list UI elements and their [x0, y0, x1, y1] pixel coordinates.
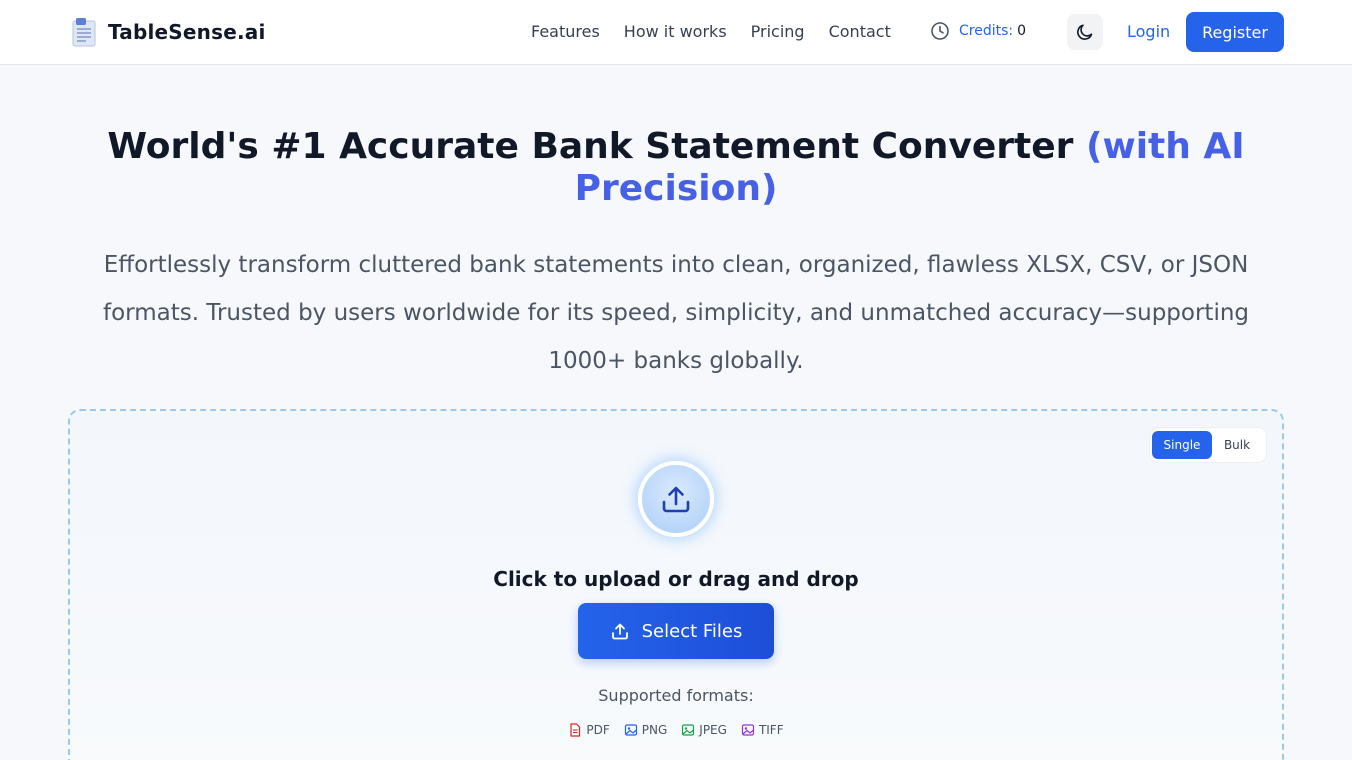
upload-mode-toggle: Single Bulk: [1150, 428, 1266, 462]
pdf-file-icon: [570, 723, 581, 737]
upload-dropzone[interactable]: Single Bulk Click to upload or drag and …: [68, 409, 1284, 760]
hero-title: World's #1 Accurate Bank Statement Conve…: [70, 126, 1282, 210]
select-files-button[interactable]: Select Files: [578, 603, 774, 659]
credits-separator: :: [1008, 23, 1014, 39]
image-icon: [741, 724, 755, 736]
nav-features[interactable]: Features: [531, 21, 600, 43]
site-header: TableSense.ai Features How it works Pric…: [0, 0, 1352, 65]
mode-single-button[interactable]: Single: [1152, 431, 1212, 459]
upload-heading: Click to upload or drag and drop: [493, 567, 859, 591]
main-nav: Features How it works Pricing Contact: [531, 21, 915, 43]
format-jpeg: JPEG: [681, 723, 727, 737]
brand[interactable]: TableSense.ai: [70, 16, 266, 48]
upload-small-icon: [611, 623, 628, 640]
image-icon: [624, 724, 637, 736]
theme-toggle-button[interactable]: [1067, 14, 1103, 50]
moon-icon: [1077, 24, 1093, 40]
nav-how-it-works[interactable]: How it works: [624, 21, 727, 43]
document-logo-icon: [72, 18, 96, 47]
supported-formats: PDF PNG JPEG TIFF: [70, 723, 1282, 737]
register-button[interactable]: Register: [1186, 12, 1284, 52]
format-pdf-label: PDF: [586, 723, 610, 737]
formats-label: Supported formats:: [598, 686, 754, 705]
image-icon: [682, 724, 695, 736]
format-pdf: PDF: [568, 723, 610, 737]
nav-pricing[interactable]: Pricing: [751, 21, 805, 43]
format-png-label: PNG: [641, 723, 668, 737]
upload-icon: [662, 486, 690, 513]
credits-value: 0: [1017, 23, 1027, 39]
hero-title-main: World's #1 Accurate Bank Statement Conve…: [107, 126, 1074, 167]
mode-bulk-button[interactable]: Bulk: [1212, 431, 1262, 459]
select-files-label: Select Files: [641, 620, 743, 642]
upload-icon-badge[interactable]: [638, 461, 714, 537]
format-png: PNG: [624, 723, 668, 737]
brand-name: TableSense.ai: [108, 20, 266, 44]
nav-contact[interactable]: Contact: [829, 21, 891, 43]
credits-indicator: Credits : 0: [930, 21, 1026, 41]
login-link[interactable]: Login: [1127, 21, 1170, 43]
credits-label: Credits: [959, 23, 1009, 39]
format-tiff: TIFF: [741, 723, 784, 737]
clock-icon: [931, 22, 949, 40]
format-tiff-label: TIFF: [758, 723, 784, 737]
hero-subtitle: Effortlessly transform cluttered bank st…: [102, 252, 1250, 374]
format-jpeg-label: JPEG: [699, 723, 727, 737]
